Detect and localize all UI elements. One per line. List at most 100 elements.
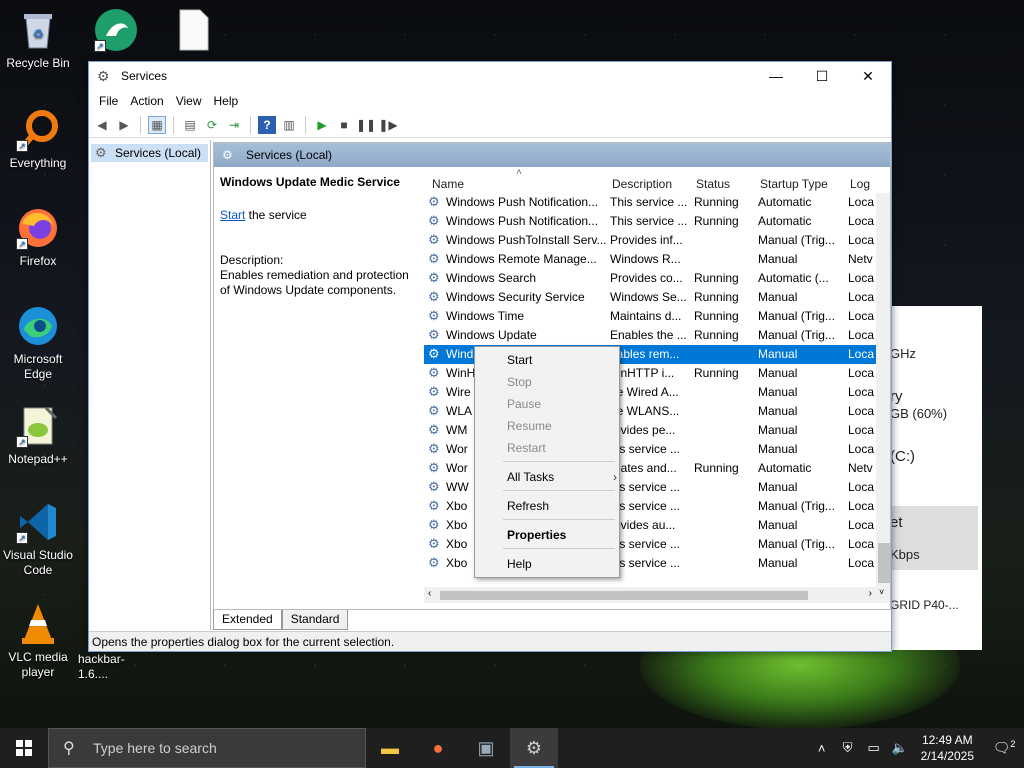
- cell-log-on-as: Loca: [848, 499, 874, 513]
- column-header-status[interactable]: Status: [696, 177, 730, 191]
- cell-startup-type: Automatic: [758, 195, 812, 209]
- column-header-log-on-as[interactable]: Log: [850, 177, 870, 191]
- desktop-icon-app[interactable]: ↗: [78, 8, 154, 56]
- folder-icon: ▬: [381, 737, 399, 758]
- clock-time: 12:49 AM: [921, 733, 973, 747]
- taskbar-search-box[interactable]: ⚲ Type here to search: [48, 728, 366, 768]
- service-gear-icon: ⚙: [428, 289, 440, 304]
- cell-startup-type: Manual: [758, 442, 798, 456]
- start-service-link[interactable]: Start: [220, 208, 245, 222]
- table-row[interactable]: ⚙ Windows Remote Manage... Windows R... Man…: [424, 250, 876, 269]
- table-row[interactable]: ⚙ Windows Push Notification... This servic…: [424, 193, 876, 212]
- service-gear-icon: ⚙: [428, 308, 440, 323]
- toolbar: ◀ ▶ ▦ ▤ ⟳ ⇥ ? ▥ ▶ ■ ❚❚ ❚▶: [89, 112, 891, 138]
- shortcut-arrow-icon: ↗: [16, 238, 28, 250]
- service-gear-icon: ⚙: [428, 460, 440, 475]
- cell-startup-type: Manual: [758, 556, 798, 570]
- cell-status: Running: [694, 328, 739, 342]
- taskbar-file-explorer[interactable]: ▬: [366, 728, 414, 768]
- column-header-startup-type[interactable]: Startup Type: [760, 177, 828, 191]
- desktop-icon-label: Visual Studio Code: [3, 548, 73, 577]
- network-icon[interactable]: ▭: [865, 740, 883, 756]
- scroll-left-icon[interactable]: ‹: [428, 588, 431, 599]
- table-row[interactable]: ⚙ Windows Update Enables the ... Running Man…: [424, 326, 876, 345]
- service-gear-icon: ⚙: [428, 555, 440, 570]
- tree-item-services-local[interactable]: ⚙ Services (Local): [91, 144, 208, 162]
- table-row[interactable]: ⚙ Windows Search Provides co... Running Auto…: [424, 269, 876, 288]
- tab-extended[interactable]: Extended: [213, 610, 282, 630]
- menu-help[interactable]: Help: [208, 94, 245, 108]
- toolbar-separator: [140, 115, 141, 134]
- taskbar-services[interactable]: ⚙: [510, 728, 558, 768]
- taskbar-app[interactable]: ▣: [462, 728, 510, 768]
- cell-startup-type: Manual (Trig...: [758, 309, 835, 323]
- minimize-button[interactable]: —: [753, 62, 799, 90]
- view-tabs: Extended Standard: [213, 610, 349, 630]
- cell-name: Windows Push Notification...: [446, 214, 599, 228]
- maximize-button[interactable]: ☐: [799, 62, 845, 90]
- menu-item-refresh[interactable]: Refresh: [507, 496, 549, 516]
- start-service-icon[interactable]: ▶: [313, 116, 331, 134]
- tree-item-label: Services (Local): [115, 146, 202, 160]
- menu-item-help[interactable]: Help: [507, 554, 532, 574]
- pause-service-icon[interactable]: ❚❚: [356, 116, 376, 134]
- title-bar[interactable]: ⚙ Services — ☐ ✕: [89, 62, 891, 90]
- restart-service-icon[interactable]: ❚▶: [378, 116, 397, 134]
- cell-startup-type: Manual: [758, 404, 798, 418]
- cell-name: Windows Update: [446, 328, 537, 342]
- forward-arrow-icon[interactable]: ▶: [115, 116, 133, 134]
- security-warning-icon[interactable]: ⛨: [839, 740, 857, 756]
- menu-item-pause: Pause: [507, 397, 542, 411]
- menu-view[interactable]: View: [170, 94, 208, 108]
- desktop-icon-edge[interactable]: Microsoft Edge: [0, 304, 76, 382]
- tab-standard[interactable]: Standard: [281, 610, 349, 630]
- tray-overflow-chevron-icon[interactable]: ˄: [813, 741, 831, 756]
- vertical-scroll-thumb[interactable]: [878, 543, 890, 583]
- menu-file[interactable]: File: [93, 94, 124, 108]
- taskbar-firefox[interactable]: ●: [414, 728, 462, 768]
- close-button[interactable]: ✕: [845, 62, 891, 90]
- desktop-icon-notepadpp[interactable]: ↗ Notepad++: [0, 404, 76, 467]
- scroll-right-icon[interactable]: ›: [869, 588, 872, 599]
- back-arrow-icon[interactable]: ◀: [93, 116, 111, 134]
- menu-action[interactable]: Action: [124, 94, 169, 108]
- desktop-icon-file[interactable]: [156, 8, 232, 56]
- desktop-icon-everything[interactable]: ↗ Everything: [0, 108, 76, 171]
- desktop-icon-recycle-bin[interactable]: ♻ Recycle Bin: [0, 8, 76, 71]
- table-row[interactable]: ⚙ Windows PushToInstall Serv... Provides i…: [424, 231, 876, 250]
- properties-sheet-icon[interactable]: ▤: [181, 116, 199, 134]
- table-row[interactable]: ⚙ Windows Security Service Windows Se... Ru…: [424, 288, 876, 307]
- horizontal-scrollbar[interactable]: ‹ ›: [424, 587, 876, 603]
- desktop-icon-firefox[interactable]: ↗ Firefox: [0, 206, 76, 269]
- menu-item-start[interactable]: Start: [507, 350, 532, 370]
- service-gear-icon: ⚙: [428, 441, 440, 456]
- service-gear-icon: ⚙: [428, 194, 440, 209]
- desktop-icon-vlc[interactable]: VLC media player: [0, 602, 76, 680]
- windows-logo-icon: [16, 740, 32, 756]
- scroll-down-icon[interactable]: ˅: [879, 587, 884, 597]
- clock[interactable]: 12:49 AM 2/14/2025: [921, 732, 974, 764]
- volume-muted-icon[interactable]: 🔈: [891, 740, 909, 756]
- cell-startup-type: Manual: [758, 385, 798, 399]
- help-icon[interactable]: ?: [258, 115, 276, 134]
- firefox-icon: ↗: [16, 206, 60, 250]
- stop-service-icon[interactable]: ■: [335, 116, 353, 134]
- services-gear-icon: ⚙: [525, 737, 543, 758]
- desktop-icon-vscode[interactable]: ↗ Visual Studio Code: [0, 500, 76, 578]
- desktop-icon-hackbar[interactable]: hackbar-1.6....: [78, 652, 154, 682]
- cell-description: his service ...: [610, 442, 681, 456]
- table-row[interactable]: ⚙ Windows Time Maintains d... Running Manual…: [424, 307, 876, 326]
- column-header-name[interactable]: Name: [432, 177, 464, 191]
- show-action-pane-icon[interactable]: ▥: [280, 116, 298, 134]
- show-console-tree-icon[interactable]: ▦: [148, 115, 166, 134]
- export-list-icon[interactable]: ⇥: [225, 116, 243, 134]
- notification-center-button[interactable]: 🗨2: [984, 739, 1024, 757]
- column-header-description[interactable]: Description: [612, 177, 672, 191]
- table-row[interactable]: ⚙ Windows Push Notification... This servic…: [424, 212, 876, 231]
- start-button[interactable]: [0, 728, 48, 768]
- menu-item-all-tasks[interactable]: All Tasks ›: [507, 467, 617, 487]
- horizontal-scroll-thumb[interactable]: [440, 591, 808, 600]
- menu-item-properties[interactable]: Properties: [507, 525, 566, 545]
- vertical-scrollbar[interactable]: ˅: [876, 193, 890, 603]
- refresh-icon[interactable]: ⟳: [203, 116, 221, 134]
